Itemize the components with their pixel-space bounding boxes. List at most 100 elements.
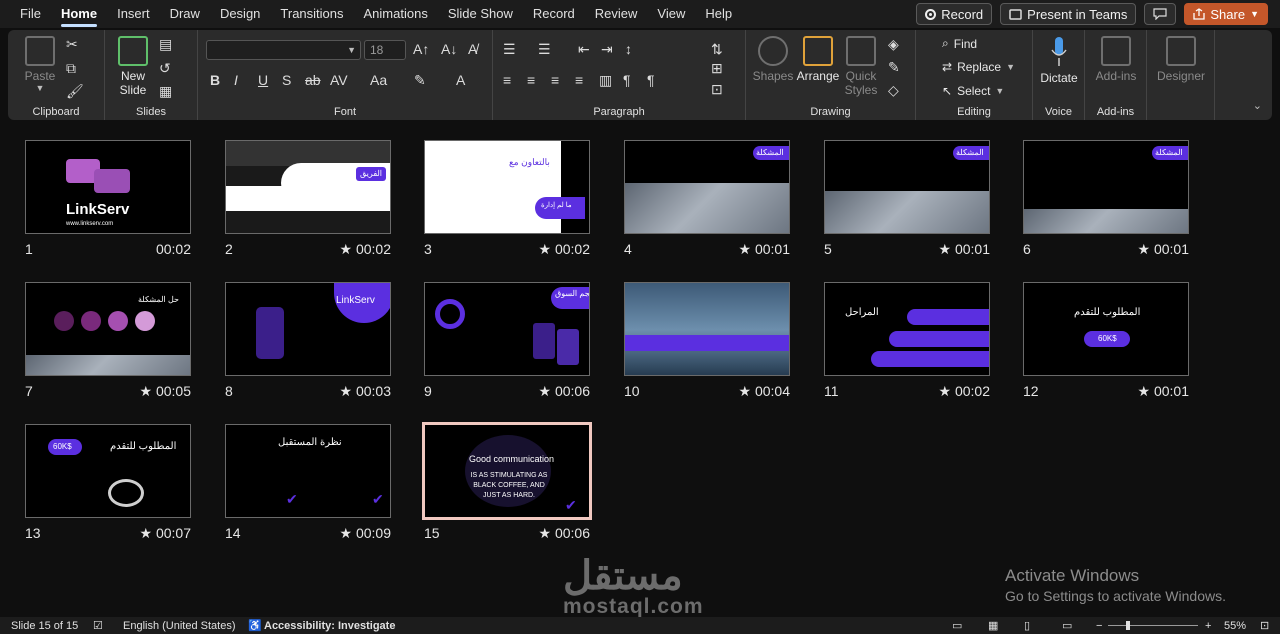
comments-button[interactable] [1144,3,1177,25]
collapse-ribbon-icon[interactable]: ⌄ [1253,99,1262,112]
clear-format-icon[interactable]: A̸ [468,41,477,57]
font-color-icon[interactable]: A [456,72,465,88]
slide-thumbnail-5[interactable]: المشكلة [824,140,990,234]
quick-styles-button[interactable]: Quick Styles [841,36,881,97]
tab-design[interactable]: Design [210,0,270,28]
dictate-button[interactable]: Dictate [1035,36,1083,85]
decrease-indent-icon[interactable]: ⇤ [578,41,590,58]
copy-icon[interactable]: ⧉ [66,60,76,77]
slide-thumbnail-10[interactable] [624,282,790,376]
slide-thumbnail-3[interactable]: بالتعاون مع ما لم إدارة [424,140,590,234]
tab-review[interactable]: Review [585,0,648,28]
tab-help[interactable]: Help [695,0,742,28]
tab-transitions[interactable]: Transitions [270,0,353,28]
slide-thumbnail-8[interactable]: LinkServ [225,282,391,376]
present-in-teams-button[interactable]: Present in Teams [1000,3,1137,25]
reading-view-icon[interactable]: ▯ [1024,619,1030,632]
slide-thumbnail-14[interactable]: نظرة المستقبل ✔ ✔ [225,424,391,518]
font-name-box[interactable]: ▼ [206,40,361,60]
zoom-slider-track[interactable] [1108,625,1198,626]
line-spacing-icon[interactable]: ↕ [625,41,632,57]
columns-icon[interactable]: ▥ [599,72,612,89]
shapes-button[interactable]: Shapes [751,36,795,83]
designer-button[interactable]: Designer [1153,36,1209,83]
paste-chevron-icon: ▼ [35,83,45,93]
slide-thumbnail-11[interactable]: المراحل [824,282,990,376]
share-button[interactable]: Share ▼ [1184,3,1268,25]
paste-button[interactable]: Paste ▼ [20,36,60,93]
tab-animations[interactable]: Animations [354,0,438,28]
format-painter-icon[interactable]: 🖌 [66,83,84,100]
slide-thumbnail-4[interactable]: المشكلة [624,140,790,234]
rtl-icon[interactable]: ¶ [623,72,631,88]
slideshow-icon[interactable]: ▭ [1062,619,1072,632]
slide-thumbnail-2[interactable]: الفريق [225,140,391,234]
ltr-icon[interactable]: ¶ [647,72,655,88]
tab-insert[interactable]: Insert [107,0,160,28]
tab-draw[interactable]: Draw [160,0,210,28]
char-spacing-icon[interactable]: AV [330,72,348,88]
status-bar: Slide 15 of 15 ☑ English (United States)… [0,617,1280,634]
slide-thumbnail-1[interactable]: LinkServ www.linkserv.com [25,140,191,234]
accessibility-status[interactable]: Accessibility: Investigate [264,620,395,632]
share-label: Share [1210,6,1246,22]
slide-thumbnail-15[interactable]: Good communication IS AS STIMULATING AS … [422,422,592,520]
replace-button[interactable]: ⇄ Replace ▼ [942,60,1015,74]
tab-view[interactable]: View [647,0,695,28]
addins-button[interactable]: Add-ins [1093,36,1139,83]
layout-icon[interactable]: ▤ [159,36,172,53]
slide4-badge-text: المشكلة [756,148,784,157]
zoom-in-icon[interactable]: + [1205,620,1211,632]
record-button[interactable]: Record [916,3,993,25]
align-text-icon[interactable]: ⊞ [711,60,723,77]
numbering-icon[interactable]: ☰ [538,41,551,58]
shapes-icon [758,36,788,66]
shape-fill-icon[interactable]: ◈ [888,36,899,53]
new-slide-button[interactable]: New Slide [113,36,153,97]
language-status[interactable]: English (United States) [123,620,236,632]
font-size-box[interactable]: 18 [364,40,406,60]
step-circle [108,311,128,331]
zoom-slider-thumb[interactable] [1126,621,1130,630]
justify-icon[interactable]: ≡ [575,72,583,88]
fit-slide-icon[interactable]: ⊡ [1260,619,1269,632]
shape-effects-icon[interactable]: ◇ [888,82,899,99]
zoom-out-icon[interactable]: − [1096,620,1102,632]
tab-slide-show[interactable]: Slide Show [438,0,523,28]
strikethrough-icon[interactable]: ab [305,72,321,88]
tab-file[interactable]: File [10,0,51,28]
tab-home[interactable]: Home [51,0,107,28]
select-button[interactable]: ↖ Select ▼ [942,84,1004,98]
arrange-button[interactable]: Arrange [795,36,841,83]
reset-icon[interactable]: ↺ [159,60,171,77]
underline-icon[interactable]: U [258,72,268,88]
tab-record[interactable]: Record [523,0,585,28]
section-icon[interactable]: ▦ [159,83,172,100]
highlight-icon[interactable]: ✎ [414,72,426,89]
normal-view-icon[interactable]: ▭ [952,619,962,632]
italic-icon[interactable]: I [234,72,238,88]
shadow-icon[interactable]: S [282,72,291,88]
slide-sorter-icon[interactable]: ▦ [988,619,998,632]
smartart-icon[interactable]: ⊡ [711,81,723,98]
change-case-icon[interactable]: Aa [370,72,387,88]
increase-indent-icon[interactable]: ⇥ [601,41,613,58]
zoom-level[interactable]: 55% [1224,620,1246,632]
slide-thumbnail-6[interactable]: المشكلة [1023,140,1189,234]
spellcheck-icon[interactable]: ☑ [93,619,103,632]
align-left-icon[interactable]: ≡ [503,72,511,88]
slide-thumbnail-13[interactable]: 60K$ المطلوب للتقدم [25,424,191,518]
slide-thumbnail-12[interactable]: المطلوب للتقدم 60K$ [1023,282,1189,376]
align-center-icon[interactable]: ≡ [527,72,535,88]
decrease-font-icon[interactable]: A↓ [441,41,457,57]
slide-thumbnail-9[interactable]: حجم السوق [424,282,590,376]
cut-icon[interactable]: ✂ [66,36,78,53]
align-right-icon[interactable]: ≡ [551,72,559,88]
increase-font-icon[interactable]: A↑ [413,41,429,57]
shape-outline-icon[interactable]: ✎ [888,59,900,76]
text-direction-icon[interactable]: ⇅ [711,41,723,58]
slide-thumbnail-7[interactable]: حل المشكلة [25,282,191,376]
bold-icon[interactable]: B [210,72,220,88]
bullets-icon[interactable]: ☰ [503,41,516,58]
find-button[interactable]: ⌕ Find [942,36,977,51]
